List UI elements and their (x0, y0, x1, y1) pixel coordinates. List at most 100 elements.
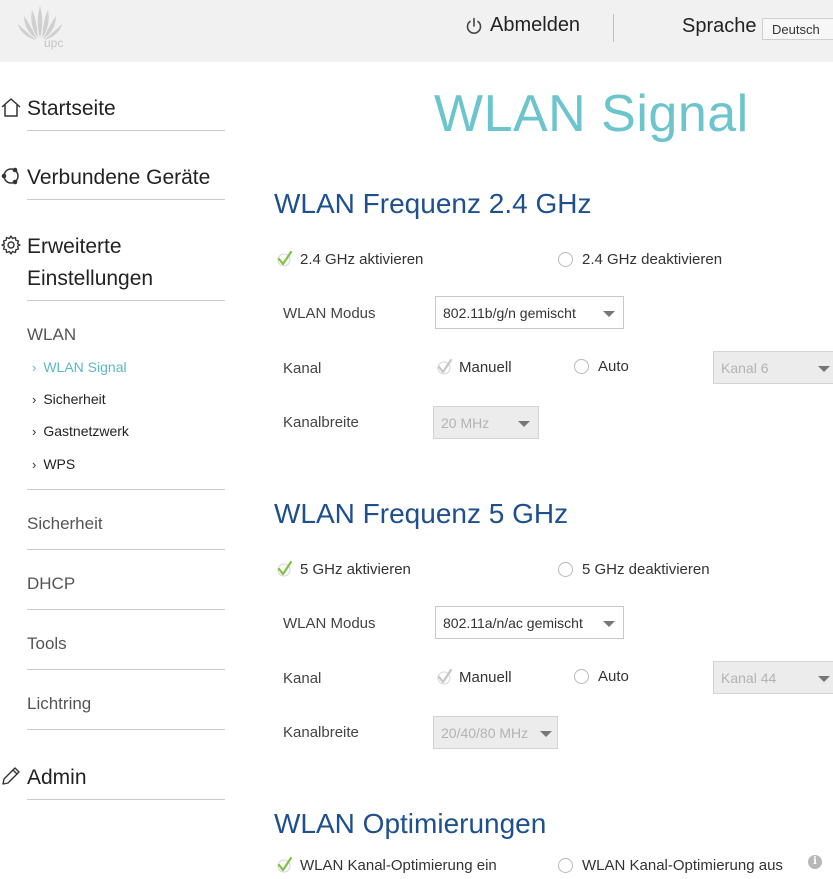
optimization-on-label: WLAN Kanal-Optimierung ein (300, 856, 497, 874)
dropdown-arrow-icon (540, 731, 552, 737)
devices-icon (1, 167, 19, 185)
language-select[interactable]: Deutsch (762, 18, 833, 40)
checkmark-icon (437, 358, 453, 375)
channel-select-value: Kanal 6 (721, 360, 769, 376)
channel-auto-label: Auto (598, 358, 629, 375)
section-title-24ghz: WLAN Frequenz 2.4 GHz (274, 188, 592, 219)
sidebar-section-dhcp[interactable]: DHCP (27, 574, 75, 594)
nav-verbundene-geraete-label: Verbundene Geräte (27, 166, 211, 189)
channel-label-24ghz: Kanal (283, 360, 322, 377)
sidebar-sub-label: Gastnetzwerk (43, 423, 129, 439)
channel-select-5ghz[interactable]: Kanal 44 (713, 661, 833, 694)
mode-select-5ghz[interactable]: 802.11a/n/ac gemischt (435, 606, 624, 639)
nav-erweiterte-einstellungen[interactable]: Erweiterte Einstellungen (0, 231, 197, 295)
mode-label-24ghz: WLAN Modus (283, 305, 376, 322)
gear-icon (1, 235, 21, 255)
mode-label-5ghz: WLAN Modus (283, 615, 376, 632)
nav-verbundene-geraete[interactable]: Verbundene Geräte (0, 162, 210, 194)
section-title-5ghz: WLAN Frequenz 5 GHz (274, 498, 569, 529)
optimization-off-label: WLAN Kanal-Optimierung aus (582, 857, 783, 874)
disable-5ghz-label: 5 GHz deaktivieren (582, 561, 710, 578)
sidebar-section-lichtring[interactable]: Lichtring (27, 694, 91, 714)
chevron-right-icon: › (32, 423, 37, 439)
mode-select-value: 802.11b/g/n gemischt (443, 305, 576, 321)
checkmark-icon (437, 668, 453, 685)
nav-admin[interactable]: Admin (0, 762, 87, 794)
width-select-value: 20/40/80 MHz (441, 725, 529, 741)
enable-24ghz-label: 2.4 GHz aktivieren (300, 250, 424, 268)
sidebar-divider (27, 199, 225, 200)
chevron-right-icon: › (32, 359, 37, 375)
sidebar-divider (27, 729, 225, 730)
nav-startseite-label: Startseite (27, 97, 116, 120)
dropdown-arrow-icon (603, 621, 615, 627)
language-label: Sprache (682, 15, 757, 37)
dropdown-arrow-icon (603, 311, 615, 317)
width-select-5ghz[interactable]: 20/40/80 MHz (433, 716, 558, 749)
sidebar-divider (27, 669, 225, 670)
dropdown-arrow-icon (818, 366, 830, 372)
radio-button[interactable] (574, 669, 589, 684)
page-title: WLAN Signal (434, 85, 749, 143)
enable-24ghz-option[interactable]: 2.4 GHz aktivieren (276, 250, 423, 268)
sidebar-sub-sicherheit[interactable]: › Sicherheit (32, 391, 106, 407)
channel-manual-option-24ghz[interactable]: Manuell (436, 358, 512, 376)
home-icon (1, 98, 21, 117)
channel-manual-option-5ghz[interactable]: Manuell (436, 668, 512, 686)
info-icon[interactable]: i (808, 855, 822, 869)
radio-button[interactable] (558, 252, 573, 267)
disable-24ghz-label: 2.4 GHz deaktivieren (582, 251, 723, 268)
sidebar-sub-label: Sicherheit (43, 391, 106, 407)
logout-label: Abmelden (490, 14, 581, 36)
channel-manual-label: Manuell (459, 358, 512, 376)
channel-auto-option-5ghz[interactable]: Auto (574, 668, 629, 685)
sidebar-section-tools[interactable]: Tools (27, 634, 67, 654)
logo-text: upc (44, 36, 64, 50)
sidebar-sub-label: WPS (43, 456, 76, 472)
header-divider (613, 14, 614, 42)
checkmark-icon (277, 250, 293, 267)
chevron-right-icon: › (32, 391, 37, 407)
sidebar-divider (27, 609, 225, 610)
disable-5ghz-option[interactable]: 5 GHz deaktivieren (558, 561, 710, 578)
sidebar-section-sicherheit[interactable]: Sicherheit (27, 514, 103, 534)
nav-startseite[interactable]: Startseite (0, 93, 116, 125)
section-title-optimierungen: WLAN Optimierungen (274, 808, 547, 839)
channel-auto-label: Auto (598, 668, 629, 685)
radio-button[interactable] (558, 858, 573, 873)
disable-24ghz-option[interactable]: 2.4 GHz deaktivieren (558, 251, 722, 268)
sidebar-divider (27, 489, 225, 490)
enable-5ghz-label: 5 GHz aktivieren (300, 560, 411, 578)
optimization-on-option[interactable]: WLAN Kanal-Optimierung ein (276, 856, 497, 874)
pencil-icon (2, 767, 20, 785)
channel-manual-label: Manuell (459, 668, 512, 686)
enable-5ghz-option[interactable]: 5 GHz aktivieren (276, 560, 411, 578)
width-select-24ghz[interactable]: 20 MHz (433, 406, 539, 439)
sidebar-divider (27, 549, 225, 550)
channel-auto-option-24ghz[interactable]: Auto (574, 358, 629, 375)
width-select-value: 20 MHz (441, 415, 490, 431)
sidebar-divider (27, 130, 225, 131)
chevron-right-icon: › (32, 456, 37, 472)
radio-button[interactable] (558, 562, 573, 577)
nav-erweiterte-einstellungen-label: Erweiterte Einstellungen (27, 235, 154, 290)
sidebar-sub-gastnetzwerk[interactable]: › Gastnetzwerk (32, 423, 129, 439)
checkmark-icon (277, 856, 293, 873)
sidebar-sub-wps[interactable]: › WPS (32, 456, 75, 472)
sidebar-wlan-heading[interactable]: WLAN (27, 325, 76, 345)
power-icon (466, 17, 482, 34)
nav-admin-label: Admin (27, 766, 87, 789)
header-bar: upc Abmelden Sprache Deutsch (0, 0, 833, 62)
sidebar-divider (27, 300, 225, 301)
optimization-off-option[interactable]: WLAN Kanal-Optimierung aus (558, 857, 783, 874)
radio-button[interactable] (574, 359, 589, 374)
dropdown-arrow-icon (518, 421, 530, 427)
mode-select-24ghz[interactable]: 802.11b/g/n gemischt (435, 296, 624, 329)
channel-select-24ghz[interactable]: Kanal 6 (713, 351, 833, 384)
width-label-24ghz: Kanalbreite (283, 414, 359, 431)
sidebar-sub-label: WLAN Signal (43, 359, 127, 375)
logout-button[interactable]: Abmelden (464, 14, 580, 37)
sidebar-sub-wlan-signal[interactable]: › WLAN Signal (32, 359, 127, 375)
channel-label-5ghz: Kanal (283, 670, 322, 687)
dropdown-arrow-icon (818, 676, 830, 682)
